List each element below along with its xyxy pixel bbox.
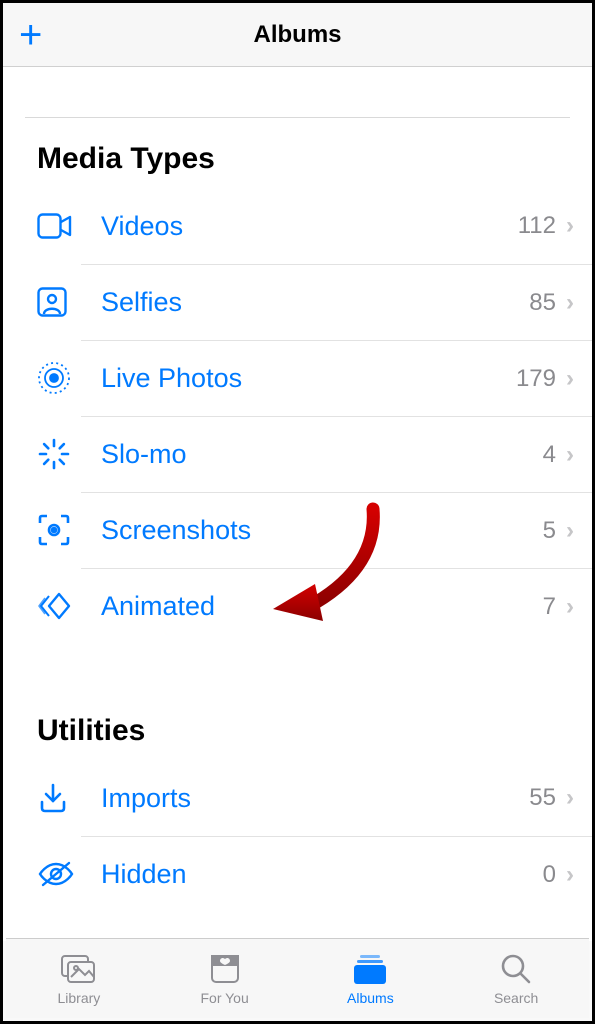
selfie-icon — [37, 287, 81, 317]
chevron-right-icon: › — [566, 517, 574, 545]
screenshot-icon — [37, 513, 81, 547]
hidden-icon — [37, 859, 81, 889]
media-types-list: Videos 112 › Selfies 85 › — [3, 188, 592, 644]
tab-library[interactable]: Library — [6, 939, 152, 1018]
livephoto-icon — [37, 361, 81, 395]
chevron-right-icon: › — [566, 289, 574, 317]
chevron-right-icon: › — [566, 365, 574, 393]
utilities-list: Imports 55 › Hidden 0 › — [3, 760, 592, 912]
section-gap — [3, 644, 592, 700]
row-inner: Slo-mo 4 › — [81, 416, 592, 492]
tab-for-you[interactable]: For You — [152, 939, 298, 1018]
row-animated[interactable]: Animated 7 › — [37, 568, 592, 644]
tab-search[interactable]: Search — [443, 939, 589, 1018]
row-inner: Live Photos 179 › — [81, 340, 592, 416]
divider — [25, 117, 570, 118]
page-title: Albums — [253, 21, 341, 49]
chevron-right-icon: › — [566, 861, 574, 889]
section-utilities-title: Utilities — [3, 700, 592, 760]
row-label: Selfies — [101, 287, 529, 318]
tab-label: Albums — [347, 990, 394, 1006]
row-label: Live Photos — [101, 363, 516, 394]
row-count: 5 — [543, 517, 556, 545]
content-scroll: Media Types Videos 112 › — [3, 67, 592, 941]
tab-label: For You — [200, 990, 248, 1006]
row-label: Imports — [101, 783, 529, 814]
row-imports[interactable]: Imports 55 › — [37, 760, 592, 836]
chevron-right-icon: › — [566, 593, 574, 621]
row-label: Screenshots — [101, 515, 543, 546]
section-media-types-title: Media Types — [3, 128, 592, 188]
row-inner: Selfies 85 › — [81, 264, 592, 340]
row-livephotos[interactable]: Live Photos 179 › — [37, 340, 592, 416]
row-hidden[interactable]: Hidden 0 › — [37, 836, 592, 912]
row-count: 0 — [543, 861, 556, 889]
chevron-right-icon: › — [566, 441, 574, 469]
row-label: Animated — [101, 591, 543, 622]
animated-icon — [37, 590, 81, 622]
row-videos[interactable]: Videos 112 › — [37, 188, 592, 264]
row-selfies[interactable]: Selfies 85 › — [37, 264, 592, 340]
row-count: 179 — [516, 365, 556, 393]
albums-icon — [352, 951, 388, 987]
row-count: 85 — [529, 289, 556, 317]
row-screenshots[interactable]: Screenshots 5 › — [37, 492, 592, 568]
chevron-right-icon: › — [566, 784, 574, 812]
library-icon — [59, 951, 99, 987]
row-label: Hidden — [101, 859, 543, 890]
row-count: 7 — [543, 593, 556, 621]
row-label: Slo-mo — [101, 439, 543, 470]
search-icon — [500, 951, 532, 987]
add-button[interactable]: + — [19, 15, 42, 55]
tab-label: Search — [494, 990, 538, 1006]
chevron-right-icon: › — [566, 212, 574, 240]
tab-label: Library — [57, 990, 100, 1006]
for-you-icon — [209, 951, 241, 987]
nav-bar: + Albums — [3, 3, 592, 67]
row-count: 55 — [529, 784, 556, 812]
row-count: 112 — [518, 212, 556, 240]
tab-bar: Library For You Albums Sea — [6, 938, 589, 1018]
row-count: 4 — [543, 441, 556, 469]
row-inner: Animated 7 › — [81, 568, 592, 644]
row-inner: Imports 55 › — [81, 760, 592, 836]
row-inner: Videos 112 › — [81, 188, 592, 264]
row-inner: Hidden 0 › — [81, 836, 592, 912]
import-icon — [37, 782, 81, 814]
row-label: Videos — [101, 211, 518, 242]
video-icon — [37, 213, 81, 239]
slomo-icon — [37, 437, 81, 471]
row-slomo[interactable]: Slo-mo 4 › — [37, 416, 592, 492]
row-inner: Screenshots 5 › — [81, 492, 592, 568]
tab-albums[interactable]: Albums — [298, 939, 444, 1018]
